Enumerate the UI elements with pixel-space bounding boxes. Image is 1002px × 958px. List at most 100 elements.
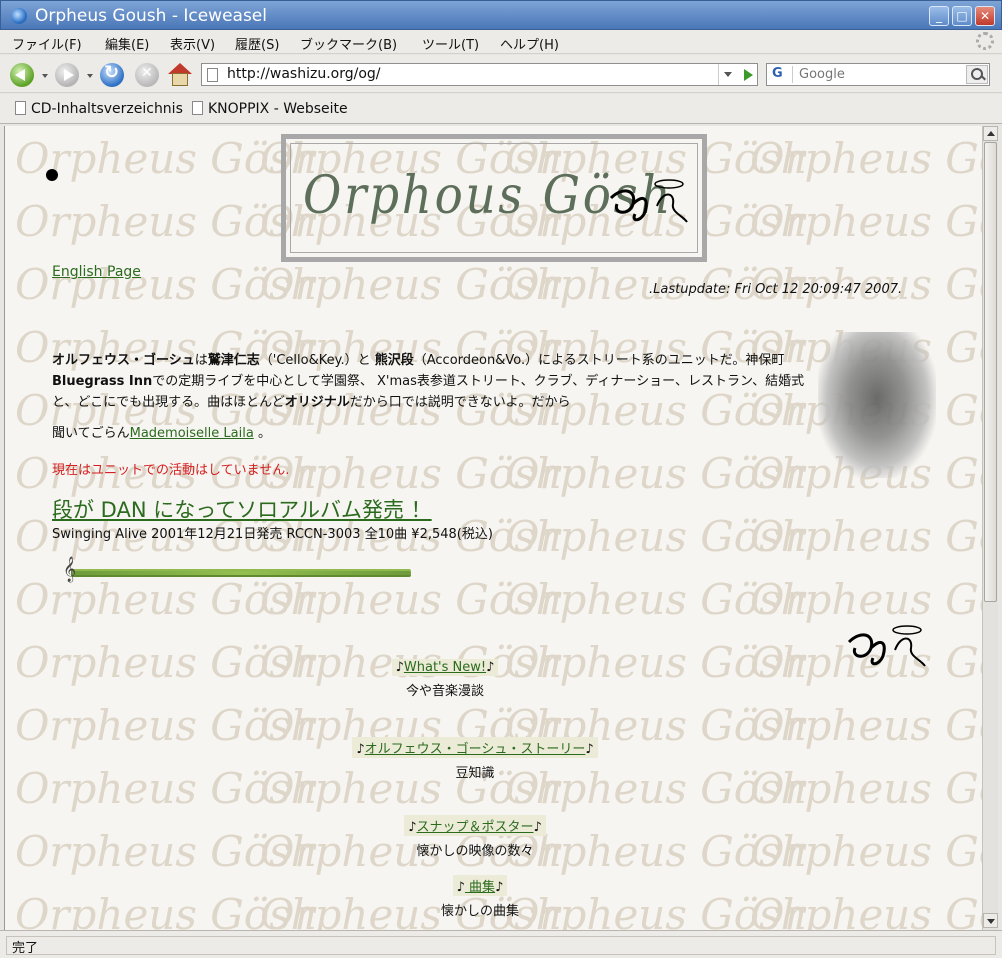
menu-subtitle: 懐かしの映像の数々 [416, 844, 534, 859]
intro-text: （'Cello&Key.）と [259, 353, 375, 368]
album-info: Swinging Alive 2001年12月21日発売 RCCN-3003 全… [52, 527, 493, 542]
watermark-text: Orpheus Gösh [260, 260, 563, 309]
music-note-icon: ♪ [495, 880, 504, 895]
listen-text: 聞いてごらん [52, 426, 130, 441]
minimize-button[interactable]: _ [929, 6, 949, 26]
menu-block-whats-new: ♪What's New!♪ 今や音楽漫談 [345, 659, 545, 699]
watermark-text: Orpheus Gösh [15, 134, 318, 183]
navigation-toolbar: http://washizu.org/og/ G [0, 55, 1002, 93]
watermark-text: Orpheus Gösh [750, 827, 982, 876]
menu-tools[interactable]: ツール(T) [422, 34, 479, 53]
activity-notice: 現在はユニットでの活動はしていません. [52, 463, 290, 478]
scrollbar-thumb[interactable] [984, 142, 997, 602]
bullet-dot [46, 169, 58, 181]
menu-chip: ♪ 曲集♪ [452, 875, 508, 896]
menu-help[interactable]: ヘルプ(H) [500, 34, 559, 53]
intro-listen-line: 聞いてごらんMademoiselle Laila 。 [52, 422, 271, 441]
watermark-text: Orpheus Gösh [15, 638, 318, 687]
bookmark-cd-index[interactable]: CD-Inhaltsverzeichnis [15, 101, 183, 117]
watermark-text: Orpheus Gösh [15, 701, 318, 750]
member-kumazawa: 熊沢段 [374, 353, 414, 368]
watermark-text: Orpheus Gösh [505, 638, 808, 687]
music-note-icon: ♪ [585, 742, 594, 757]
status-bar: 完了 [0, 930, 1002, 958]
intro-paragraph: オルフェウス・ゴーシュは鷲津仁志（'Cello&Key.）と 熊沢段（Accor… [52, 350, 812, 413]
menu-file[interactable]: ファイル(F) [12, 34, 82, 53]
menu-view[interactable]: 表示(V) [170, 34, 215, 53]
watermark-text: Orpheus Gösh [750, 512, 982, 561]
scroll-down-arrow-icon[interactable] [983, 913, 998, 928]
reload-icon[interactable] [100, 62, 124, 87]
member-washizu: 鷲津仁志 [207, 353, 260, 368]
throbber-icon [976, 32, 994, 50]
intro-text: （Accordeon&Vo.）によるストリート系のユニットだ。神保町 [413, 353, 785, 368]
solo-album-link[interactable]: 段が DAN になってソロアルバム発売 ！ [52, 494, 432, 524]
treble-clef-icon: 𝄞 [63, 557, 77, 582]
go-arrow-icon[interactable] [738, 64, 758, 85]
document-icon [192, 101, 203, 115]
menu-bookmarks[interactable]: ブックマーク(B) [300, 34, 397, 53]
watermark-text: Orpheus Gösh [505, 512, 808, 561]
band-photo [818, 332, 936, 478]
watermark-text: Orpheus Gösh [15, 197, 318, 246]
url-bar[interactable]: http://washizu.org/og/ [201, 63, 758, 86]
menu-chip: ♪オルフェウス・ゴーシュ・ストーリー♪ [352, 737, 598, 758]
listen-tail: 。 [253, 426, 271, 441]
watermark-text: Orpheus Gösh [15, 764, 318, 813]
watermark-text: Orpheus Gösh [750, 134, 982, 183]
watermark-text: Orpheus Gösh [15, 827, 318, 876]
watermark-text: Orpheus Gösh [505, 575, 808, 624]
forward-history-dropdown-icon[interactable] [87, 74, 93, 78]
page-viewport: Orpheus Gösh Orpheus Gösh Orpheus Gösh Orph… [4, 126, 982, 930]
menu-history[interactable]: 履歴(S) [235, 34, 279, 53]
stop-icon[interactable] [135, 63, 159, 87]
music-note-icon: ♪ [395, 660, 404, 675]
menu-edit[interactable]: 編集(E) [105, 34, 149, 53]
google-engine-icon[interactable]: G [769, 66, 793, 83]
status-text: 完了 [6, 936, 996, 956]
music-note-icon: ♪ [456, 880, 465, 895]
angel-drawing-icon [843, 622, 933, 692]
url-text[interactable]: http://washizu.org/og/ [227, 66, 381, 82]
watermark-text: Orpheus Gösh [750, 575, 982, 624]
mademoiselle-laila-link[interactable]: Mademoiselle Laila [130, 426, 254, 441]
bookmark-label: CD-Inhaltsverzeichnis [31, 101, 183, 117]
back-history-dropdown-icon[interactable] [42, 74, 48, 78]
iceweasel-app-icon [11, 8, 27, 24]
home-icon[interactable] [168, 63, 192, 87]
menu-block-songs: ♪ 曲集♪ 懐かしの曲集 [405, 875, 555, 919]
watermark-text: Orpheus Gösh [15, 890, 318, 930]
menu-block-story: ♪オルフェウス・ゴーシュ・ストーリー♪ 豆知識 [325, 737, 625, 781]
bookmark-knoppix[interactable]: KNOPPIX - Webseite [192, 101, 348, 117]
story-link[interactable]: オルフェウス・ゴーシュ・ストーリー [365, 742, 586, 757]
window-titlebar: Orpheus Goush - Iceweasel _ □ ✕ [0, 0, 1002, 30]
whats-new-link[interactable]: What's New! [404, 660, 486, 675]
vine-divider: 𝄞 [63, 557, 413, 585]
window-title: Orpheus Goush - Iceweasel [35, 6, 267, 26]
search-magnifier-icon[interactable] [966, 65, 988, 84]
music-note-icon: ♪ [533, 820, 542, 835]
english-page-link[interactable]: English Page [52, 264, 141, 280]
music-note-icon: ♪ [486, 660, 495, 675]
menu-bar: ファイル(F) 編集(E) 表示(V) 履歴(S) ブックマーク(B) ツール(… [0, 30, 1002, 54]
maximize-button[interactable]: □ [952, 6, 972, 26]
vertical-scrollbar[interactable] [982, 126, 998, 930]
watermark-text: Orpheus Gösh [505, 449, 808, 498]
url-history-dropdown-icon[interactable] [718, 64, 736, 85]
scroll-up-arrow-icon[interactable] [983, 126, 998, 141]
watermark-text: Orpheus Gösh [750, 701, 982, 750]
close-button[interactable]: ✕ [975, 6, 995, 26]
songbook-link[interactable]: 曲集 [465, 880, 495, 895]
back-arrow-icon[interactable] [10, 63, 34, 87]
menu-chip: ♪スナップ＆ポスター♪ [404, 815, 546, 836]
menu-subtitle: 懐かしの曲集 [440, 904, 519, 919]
snap-poster-link[interactable]: スナップ＆ポスター [416, 820, 533, 835]
last-update-text: .Lastupdate: Fri Oct 12 20:09:47 2007. [649, 282, 903, 297]
search-input[interactable] [799, 66, 959, 83]
watermark-text: Orpheus Gösh [750, 764, 982, 813]
search-box[interactable]: G [766, 63, 990, 86]
forward-arrow-icon[interactable] [55, 63, 79, 87]
menu-block-snap: ♪スナップ＆ポスター♪ 懐かしの映像の数々 [375, 815, 575, 859]
original-emphasis: オリジナル [284, 395, 350, 410]
document-icon [15, 101, 26, 115]
